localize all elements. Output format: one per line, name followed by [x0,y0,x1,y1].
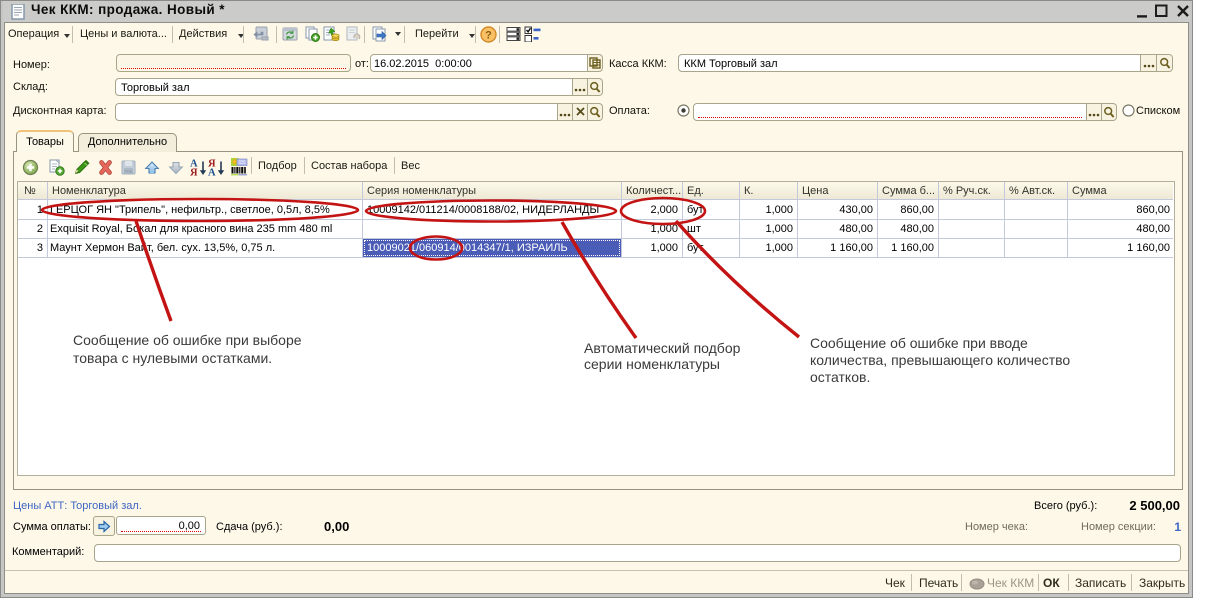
svg-text:Я: Я [190,168,198,177]
svg-text:ГОК: ГОК [124,169,133,174]
svg-text:А: А [208,168,216,177]
svg-text:?: ? [485,30,492,42]
